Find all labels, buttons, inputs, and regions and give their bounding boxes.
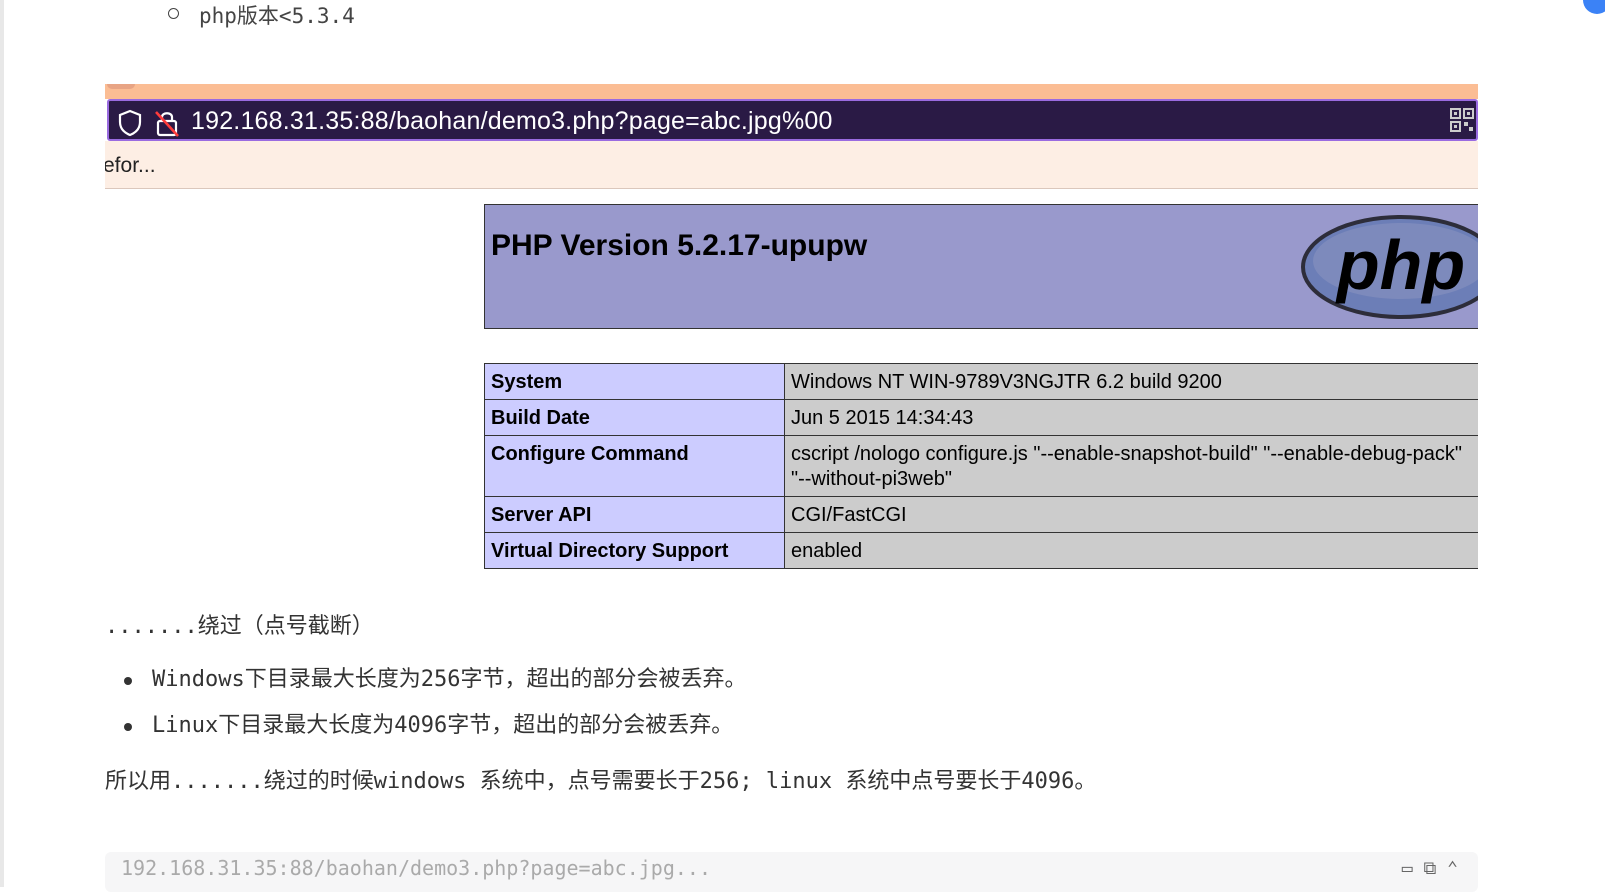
sub-list-item-text: php版本<5.3.4 xyxy=(199,4,355,28)
row-value: Jun 5 2015 14:34:43 xyxy=(784,399,1478,436)
list-item: Windows下目录最大长度为256字节，超出的部分会被丢弃。 xyxy=(120,663,746,709)
expand-icon[interactable]: ▭ xyxy=(1402,858,1413,879)
table-row: Server API CGI/FastCGI xyxy=(484,496,1478,533)
phpinfo-table: System Windows NT WIN-9789V3NGJTR 6.2 bui… xyxy=(484,363,1478,569)
php-version-title: PHP Version 5.2.17-upupw xyxy=(491,229,868,262)
table-row: Virtual Directory Support enabled xyxy=(484,532,1478,569)
code-text: 192.168.31.35:88/baohan/demo3.php?page=a… xyxy=(121,856,712,880)
tab-edge xyxy=(107,84,135,89)
phpinfo-header: PHP Version 5.2.17-upupw php xyxy=(484,204,1478,329)
row-value: CGI/FastCGI xyxy=(784,496,1478,533)
code-toolbar: ▭ ⧉ ⌃ xyxy=(1402,858,1458,879)
row-value: Windows NT WIN-9789V3NGJTR 6.2 build 920… xyxy=(784,363,1478,400)
tab-strip xyxy=(105,84,1478,99)
row-key: Build Date xyxy=(484,399,785,436)
collapse-icon[interactable]: ⌃ xyxy=(1447,858,1458,879)
qr-code-icon xyxy=(1450,108,1474,132)
bullet-icon xyxy=(124,677,132,685)
php-logo-text: php xyxy=(1335,226,1465,304)
row-value: cscript /nologo configure.js "--enable-s… xyxy=(784,435,1478,497)
table-row: System Windows NT WIN-9789V3NGJTR 6.2 bui… xyxy=(484,363,1478,400)
row-key: System xyxy=(484,363,785,400)
php-logo: php xyxy=(1301,215,1478,319)
list-item: Linux下目录最大长度为4096字节，超出的部分会被丢弃。 xyxy=(120,709,746,755)
paragraph-conclusion: 所以用.......绕过的时候windows 系统中，点号需要长于256; li… xyxy=(105,769,1097,794)
address-bar: 192.168.31.35:88/baohan/demo3.php?page=a… xyxy=(107,99,1478,141)
bullet-list: Windows下目录最大长度为256字节，超出的部分会被丢弃。 Linux下目录… xyxy=(120,663,746,755)
code-block[interactable]: 192.168.31.35:88/baohan/demo3.php?page=a… xyxy=(105,852,1478,892)
shield-icon xyxy=(118,109,142,137)
row-key: Configure Command xyxy=(484,435,785,497)
table-row: Configure Command cscript /nologo configu… xyxy=(484,435,1478,497)
bullet-icon xyxy=(124,723,132,731)
page-left-edge xyxy=(0,0,4,887)
hollow-bullet-icon xyxy=(168,8,179,19)
corner-badge[interactable] xyxy=(1583,0,1605,14)
list-item-text: Linux下目录最大长度为4096字节，超出的部分会被丢弃。 xyxy=(152,713,734,738)
row-value: enabled xyxy=(784,532,1478,569)
browser-screenshot: 192.168.31.35:88/baohan/demo3.php?page=a… xyxy=(105,84,1478,575)
bookmark-item: efor... xyxy=(105,154,156,177)
bookmarks-bar: efor... xyxy=(105,141,1478,189)
row-key: Server API xyxy=(484,496,785,533)
list-item-text: Windows下目录最大长度为256字节，超出的部分会被丢弃。 xyxy=(152,667,747,692)
sub-list-item: php版本<5.3.4 xyxy=(168,0,355,30)
row-key: Virtual Directory Support xyxy=(484,532,785,569)
url-text: 192.168.31.35:88/baohan/demo3.php?page=a… xyxy=(191,107,833,135)
paragraph-dot-truncation: .......绕过（点号截断） xyxy=(105,614,374,639)
copy-icon[interactable]: ⧉ xyxy=(1423,858,1436,879)
table-row: Build Date Jun 5 2015 14:34:43 xyxy=(484,399,1478,436)
insecure-lock-icon xyxy=(155,111,179,137)
